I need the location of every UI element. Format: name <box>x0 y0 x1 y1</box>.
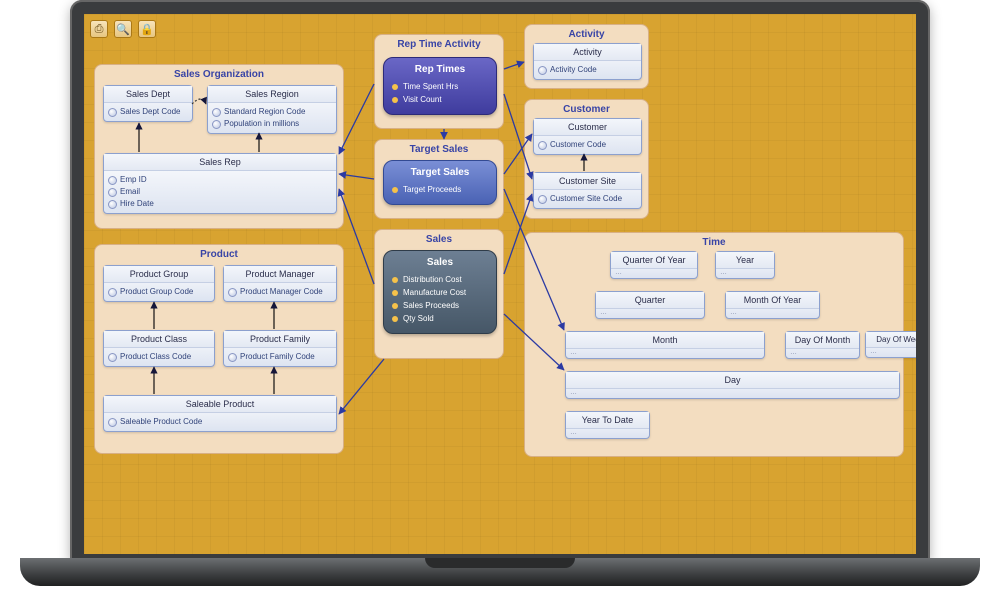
entity-header: Year To Date <box>566 412 649 429</box>
attr: Time Spent Hrs <box>392 80 488 93</box>
entity-header: Customer <box>534 119 641 136</box>
entity-month[interactable]: Month… <box>565 331 765 359</box>
attr: Distribution Cost <box>392 273 488 286</box>
attr: Manufacture Cost <box>392 286 488 299</box>
print-icon[interactable]: ⎙ <box>90 20 108 38</box>
entity-year[interactable]: Year… <box>715 251 775 279</box>
entity-quarter[interactable]: Quarter… <box>595 291 705 319</box>
entity-header: Product Class <box>104 331 214 348</box>
attr: Sales Dept Code <box>108 106 188 118</box>
attr: Product Family Code <box>228 351 332 363</box>
entity-product-class[interactable]: Product Class Product Class Code <box>103 330 215 367</box>
entity-header: Quarter Of Year <box>611 252 697 269</box>
entity-year-to-date[interactable]: Year To Date… <box>565 411 650 439</box>
entity-header: Year <box>716 252 774 269</box>
group-sales[interactable]: Sales Sales Distribution Cost Manufactur… <box>374 229 504 359</box>
attr: Customer Site Code <box>538 193 637 205</box>
fact-header: Rep Times <box>392 64 488 75</box>
entity-header: Product Group <box>104 266 214 283</box>
attr: Visit Count <box>392 93 488 106</box>
attr: Activity Code <box>538 64 637 76</box>
entity-customer[interactable]: Customer Customer Code <box>533 118 642 155</box>
attr: Product Manager Code <box>228 286 332 298</box>
attr: Standard Region Code <box>212 106 332 118</box>
entity-header: Product Family <box>224 331 336 348</box>
group-activity[interactable]: Activity Activity Activity Code <box>524 24 649 89</box>
group-rep-time-activity[interactable]: Rep Time Activity Rep Times Time Spent H… <box>374 34 504 129</box>
laptop-notch <box>425 558 575 568</box>
entity-header: Customer Site <box>534 173 641 190</box>
entity-product-group[interactable]: Product Group Product Group Code <box>103 265 215 302</box>
fact-header: Target Sales <box>392 167 488 178</box>
group-time[interactable]: Time Quarter Of Year… Year… Quarter… Mon… <box>524 232 904 457</box>
group-sales-organization[interactable]: Sales Organization Sales Dept Sales Dept… <box>94 64 344 229</box>
fact-sales[interactable]: Sales Distribution Cost Manufacture Cost… <box>383 250 497 334</box>
attr: Customer Code <box>538 139 637 151</box>
entity-header: Sales Rep <box>104 154 336 171</box>
attr: Product Group Code <box>108 286 210 298</box>
entity-day-of-month[interactable]: Day Of Month… <box>785 331 860 359</box>
attr: Saleable Product Code <box>108 416 332 428</box>
group-title: Customer <box>525 104 648 115</box>
entity-quarter-of-year[interactable]: Quarter Of Year… <box>610 251 698 279</box>
group-title: Activity <box>525 29 648 40</box>
entity-header: Day Of Month <box>786 332 859 349</box>
entity-header: Quarter <box>596 292 704 309</box>
diagram-canvas[interactable]: ⎙ 🔍 🔒 Sales Organization Sales Dept Sale… <box>84 14 916 554</box>
entity-day-of-week[interactable]: Day Of Week… <box>865 331 916 358</box>
attr: Email <box>108 186 332 198</box>
entity-customer-site[interactable]: Customer Site Customer Site Code <box>533 172 642 209</box>
fact-header: Sales <box>392 257 488 268</box>
entity-sales-rep[interactable]: Sales Rep Emp ID Email Hire Date <box>103 153 337 214</box>
attr: Emp ID <box>108 174 332 186</box>
lock-icon[interactable]: 🔒 <box>138 20 156 38</box>
group-title: Target Sales <box>375 144 503 155</box>
entity-saleable-product[interactable]: Saleable Product Saleable Product Code <box>103 395 337 432</box>
attr: Sales Proceeds <box>392 299 488 312</box>
entity-activity[interactable]: Activity Activity Code <box>533 43 642 80</box>
group-title: Sales <box>375 234 503 245</box>
entity-sales-dept[interactable]: Sales Dept Sales Dept Code <box>103 85 193 122</box>
entity-product-family[interactable]: Product Family Product Family Code <box>223 330 337 367</box>
entity-header: Day <box>566 372 899 389</box>
group-title: Rep Time Activity <box>375 39 503 50</box>
zoom-icon[interactable]: 🔍 <box>114 20 132 38</box>
attr: Qty Sold <box>392 312 488 325</box>
group-product[interactable]: Product Product Group Product Group Code… <box>94 244 344 454</box>
group-target-sales[interactable]: Target Sales Target Sales Target Proceed… <box>374 139 504 219</box>
fact-rep-times[interactable]: Rep Times Time Spent Hrs Visit Count <box>383 57 497 115</box>
attr: Target Proceeds <box>392 183 488 196</box>
entity-header: Product Manager <box>224 266 336 283</box>
attr: Product Class Code <box>108 351 210 363</box>
attr: Population in millions <box>212 118 332 130</box>
entity-header: Activity <box>534 44 641 61</box>
attr: Hire Date <box>108 198 332 210</box>
group-title: Sales Organization <box>95 69 343 80</box>
fact-target-sales[interactable]: Target Sales Target Proceeds <box>383 160 497 205</box>
entity-header: Sales Dept <box>104 86 192 103</box>
entity-header: Day Of Week <box>866 332 916 348</box>
entity-header: Saleable Product <box>104 396 336 413</box>
entity-header: Month <box>566 332 764 349</box>
entity-month-of-year[interactable]: Month Of Year… <box>725 291 820 319</box>
laptop-bezel: ⎙ 🔍 🔒 Sales Organization Sales Dept Sale… <box>70 0 930 560</box>
entity-product-manager[interactable]: Product Manager Product Manager Code <box>223 265 337 302</box>
entity-header: Sales Region <box>208 86 336 103</box>
entity-header: Month Of Year <box>726 292 819 309</box>
group-title: Product <box>95 249 343 260</box>
entity-sales-region[interactable]: Sales Region Standard Region Code Popula… <box>207 85 337 134</box>
group-title: Time <box>525 237 903 248</box>
entity-day[interactable]: Day… <box>565 371 900 399</box>
toolbar: ⎙ 🔍 🔒 <box>90 20 156 38</box>
group-customer[interactable]: Customer Customer Customer Code Customer… <box>524 99 649 219</box>
